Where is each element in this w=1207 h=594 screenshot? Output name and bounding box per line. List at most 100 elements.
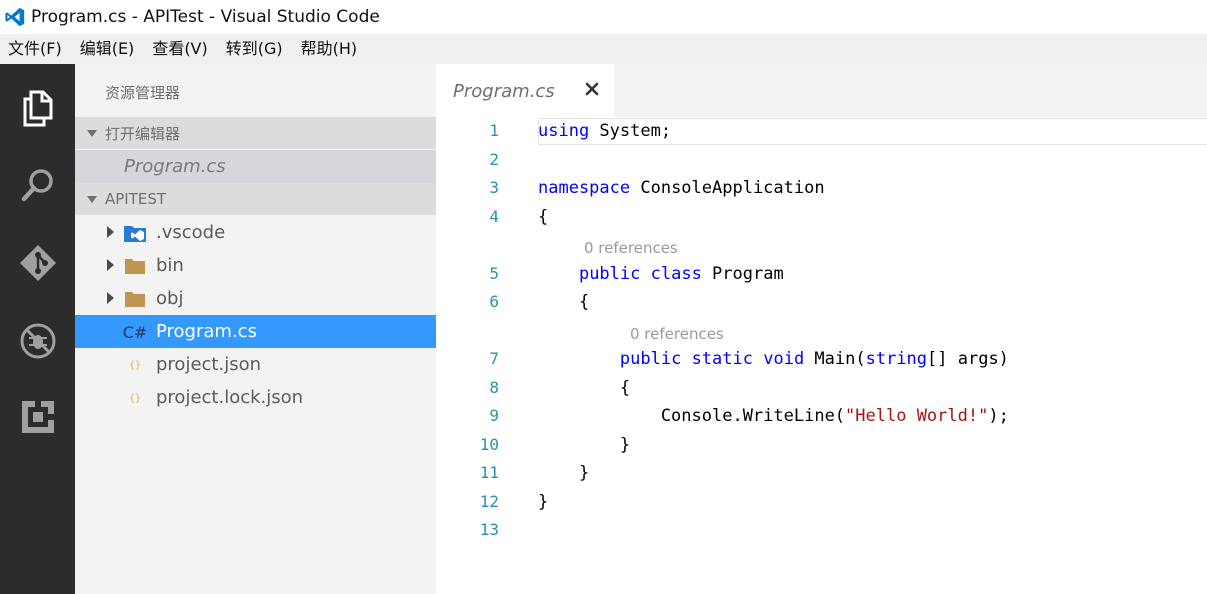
open-editors-label: 打开编辑器 [105,124,181,143]
editor-group: Program.cs 1 using System; 2 3 namespace Con… [436,64,1207,594]
tree-folder-obj[interactable]: obj [75,282,436,315]
code-text: public static void Main(string[] args) [538,345,1009,373]
code-keyword: string [865,349,928,369]
code-keyword: void [763,349,805,369]
tab-program-cs[interactable]: Program.cs [436,64,614,117]
code-text: { [538,288,589,316]
explorer-icon[interactable] [16,86,60,130]
tree-item-label: Program.cs [156,321,257,342]
collapse-arrow-icon [87,129,97,137]
close-icon[interactable] [584,81,600,97]
code-string: "Hello World!" [845,406,989,426]
code-keyword: static [691,349,753,369]
explorer-sidebar: 资源管理器 打开编辑器 Program.cs APITEST .vscode b… [75,64,436,594]
menu-bar: 文件(F) 编辑(E) 查看(V) 转到(G) 帮助(H) [0,34,1207,64]
tree-folder-bin[interactable]: bin [75,249,436,282]
code-token: } [538,463,590,483]
code-token: } [538,491,549,512]
code-token: Main( [804,349,866,369]
code-token: Console.WriteLine( [538,406,846,426]
csharp-file-icon: C# [122,322,148,342]
menu-view[interactable]: 查看(V) [143,34,216,64]
code-token: ); [988,406,1009,426]
code-line: 2 [436,146,1207,174]
open-editors-header[interactable]: 打开编辑器 [75,117,436,149]
code-token: ConsoleApplication [630,178,825,198]
code-text: namespace ConsoleApplication [538,174,825,202]
code-token: { [538,292,590,312]
code-text: using System; [538,117,671,145]
line-number: 10 [479,434,499,454]
code-keyword: public [619,349,682,369]
tree-file-project-lock-json[interactable]: {} project.lock.json [75,381,436,414]
code-line: 4{ [436,203,1207,231]
code-keyword: public [578,263,641,284]
vscode-folder-icon [124,224,146,242]
folder-icon [124,257,146,275]
json-file-icon: {} [128,392,142,404]
tree-item-label: project.lock.json [156,387,304,408]
code-line: 10 } [436,431,1207,459]
vscode-logo-icon [3,5,27,29]
code-text: } [538,459,589,487]
project-label: APITEST [105,190,167,208]
code-line: 9 Console.WriteLine("Hello World!"); [436,402,1207,430]
code-text: } [538,431,630,459]
menu-edit[interactable]: 编辑(E) [71,34,144,64]
chevron-right-icon [107,226,114,238]
code-token: Program [701,263,784,284]
open-editor-item[interactable]: Program.cs [75,150,436,183]
code-line: 6 { [436,288,1207,316]
code-text: Console.WriteLine("Hello World!"); [538,402,1009,430]
line-number: 4 [489,206,499,226]
code-token: { [538,377,631,398]
debug-icon[interactable] [16,319,60,363]
collapse-arrow-icon [87,195,97,203]
codelens-references[interactable]: 0 references [630,324,724,344]
menu-file[interactable]: 文件(F) [0,34,71,64]
code-keyword: using [538,121,590,141]
git-icon[interactable] [16,241,60,285]
code-line: 5 public class Program [436,260,1207,288]
code-text: public class Program [538,260,784,288]
line-number: 5 [489,263,499,283]
code-keyword: namespace [538,178,631,198]
line-number: 13 [479,520,499,539]
folder-icon [124,290,146,308]
project-header[interactable]: APITEST [75,183,436,215]
window-title: Program.cs - APITest - Visual Studio Cod… [31,7,380,27]
codelens-references[interactable]: 0 references [584,238,678,258]
code-text: { [538,374,630,402]
open-editor-filename: Program.cs [124,156,226,177]
line-number: 9 [489,406,499,425]
code-text: { [538,203,548,231]
menu-help[interactable]: 帮助(H) [292,34,367,64]
code-line: 11 } [436,459,1207,487]
code-line: 8 { [436,374,1207,402]
vscode-window: Program.cs - APITest - Visual Studio Cod… [0,0,1207,594]
line-number: 2 [489,149,499,169]
codelens-row: 0 references [436,231,1207,259]
line-number: 6 [489,292,499,311]
tree-folder-vscode[interactable]: .vscode [75,216,436,249]
search-icon[interactable] [16,163,60,207]
tree-file-program-cs[interactable]: C# Program.cs [75,315,436,348]
code-editor[interactable]: 1 using System; 2 3 namespace ConsoleApplica… [436,117,1207,594]
chevron-right-icon [107,259,114,271]
code-keyword: class [650,263,702,284]
line-number: 12 [479,491,499,511]
code-token: [] args) [927,349,1009,369]
tree-item-label: obj [156,288,184,309]
code-line: 12} [436,488,1207,516]
code-token: { [538,206,549,227]
tree-item-label: project.json [156,354,261,375]
tree-file-project-json[interactable]: {} project.json [75,348,436,381]
menu-goto[interactable]: 转到(G) [217,34,292,64]
chevron-right-icon [107,292,114,304]
codelens-row: 0 references [436,317,1207,345]
tree-item-label: .vscode [156,222,226,243]
extensions-icon[interactable] [16,395,60,439]
